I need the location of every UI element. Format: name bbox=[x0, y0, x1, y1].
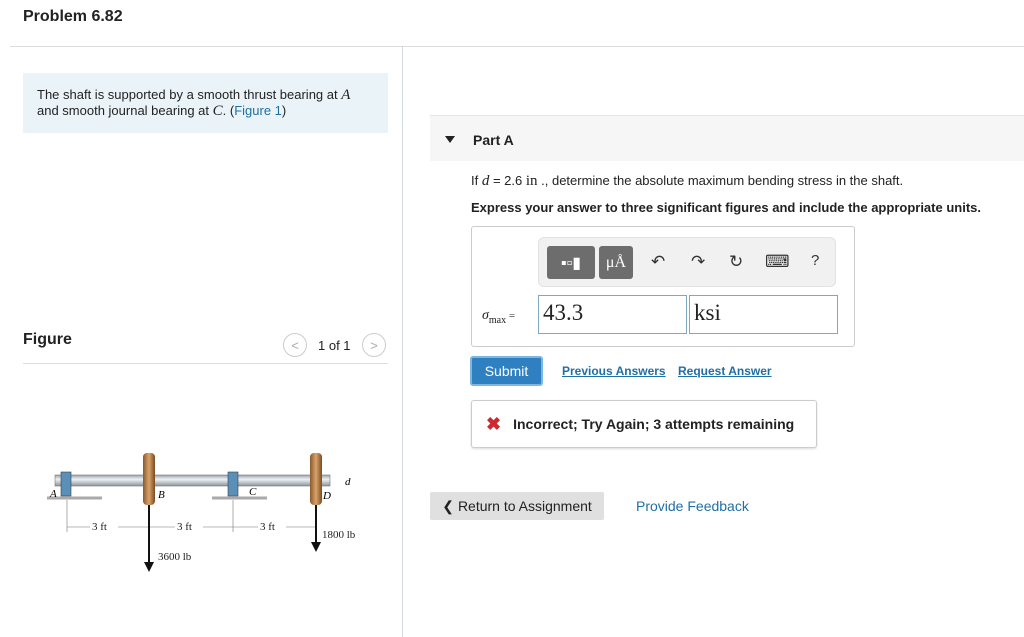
templates-icon[interactable]: ▪▫▮ bbox=[547, 246, 595, 279]
pulley-d bbox=[310, 453, 322, 505]
sigma: σ bbox=[482, 308, 489, 323]
help-icon[interactable]: ? bbox=[811, 252, 819, 269]
feedback-text: Incorrect; Try Again; 3 attempts remaini… bbox=[513, 416, 795, 432]
label-dim-d: d bbox=[345, 476, 351, 488]
units-input[interactable]: ksi bbox=[689, 295, 838, 334]
load-b-label: 3600 lb bbox=[158, 551, 192, 563]
var-a: A bbox=[341, 87, 351, 103]
text: and smooth journal bearing at bbox=[37, 103, 213, 118]
question-text: If d = 2.6 in ., determine the absolute … bbox=[471, 173, 903, 190]
pulley-b bbox=[143, 453, 155, 505]
text: ., determine the absolute maximum bendin… bbox=[537, 173, 904, 188]
var-c: C bbox=[212, 103, 223, 119]
label-a: A bbox=[49, 488, 57, 500]
error-x-icon: ✖ bbox=[486, 413, 502, 434]
part-a-header[interactable]: Part A bbox=[430, 115, 1024, 161]
unit: in bbox=[525, 173, 538, 189]
text: The shaft is supported by a smooth thrus… bbox=[37, 87, 342, 102]
load-arrow-d bbox=[311, 542, 321, 552]
shaft-figure: A B C D d 3 ft 3 ft 3 ft 3600 lb 1800 lb bbox=[47, 453, 356, 572]
prev-figure-button[interactable]: < bbox=[283, 333, 307, 357]
subscript: max bbox=[488, 314, 507, 326]
redo-icon[interactable]: ↷ bbox=[691, 252, 705, 272]
answer-label: σmax = bbox=[482, 308, 515, 326]
divider bbox=[10, 46, 1024, 47]
part-title: Part A bbox=[473, 132, 514, 148]
undo-icon[interactable]: ↶ bbox=[651, 252, 665, 272]
dim-bc: 3 ft bbox=[177, 521, 192, 533]
problem-statement: The shaft is supported by a smooth thrus… bbox=[23, 73, 388, 133]
label-d: D bbox=[322, 490, 331, 502]
figure-link[interactable]: Figure 1 bbox=[234, 103, 282, 118]
divider bbox=[23, 363, 388, 364]
submit-button[interactable]: Submit bbox=[470, 356, 543, 386]
dim-cd: 3 ft bbox=[260, 521, 275, 533]
load-arrow-b bbox=[144, 562, 154, 572]
chevron-left-icon: ❮ bbox=[442, 497, 454, 514]
dim-ab: 3 ft bbox=[92, 521, 107, 533]
shaft bbox=[54, 474, 331, 487]
column-divider bbox=[402, 46, 403, 637]
label-c: C bbox=[249, 486, 257, 498]
page-title: Problem 6.82 bbox=[23, 8, 123, 25]
text: . ( bbox=[222, 103, 235, 118]
text: ) bbox=[281, 103, 287, 118]
return-label: Return to Assignment bbox=[457, 498, 592, 514]
equals: = bbox=[506, 310, 516, 322]
bearing-c bbox=[227, 471, 239, 497]
request-answer-link[interactable]: Request Answer bbox=[678, 364, 772, 378]
feedback-message: ✖ Incorrect; Try Again; 3 attempts remain… bbox=[471, 400, 817, 448]
units-button[interactable]: μÅ bbox=[599, 246, 633, 279]
bearing-a bbox=[60, 471, 72, 497]
previous-answers-link[interactable]: Previous Answers bbox=[562, 364, 666, 378]
reset-icon[interactable]: ↻ bbox=[729, 252, 743, 272]
label-b: B bbox=[158, 489, 165, 501]
next-figure-button[interactable]: > bbox=[362, 333, 386, 357]
collapse-caret-icon bbox=[445, 136, 455, 143]
instruction: Express your answer to three significant… bbox=[471, 200, 981, 215]
value-input[interactable]: 43.3 bbox=[538, 295, 687, 334]
text: If bbox=[471, 173, 482, 188]
figure-label: Figure bbox=[23, 331, 72, 348]
provide-feedback-link[interactable]: Provide Feedback bbox=[636, 498, 749, 514]
math-toolbar: ▪▫▮ μÅ ↶ ↷ ↻ ⌨ ? bbox=[538, 237, 836, 287]
load-d-label: 1800 lb bbox=[322, 529, 356, 541]
keyboard-icon[interactable]: ⌨ bbox=[765, 252, 790, 272]
text: = 2.6 bbox=[489, 173, 526, 188]
figure-pager: 1 of 1 bbox=[318, 338, 351, 353]
return-to-assignment-button[interactable]: ❮ Return to Assignment bbox=[430, 492, 604, 520]
